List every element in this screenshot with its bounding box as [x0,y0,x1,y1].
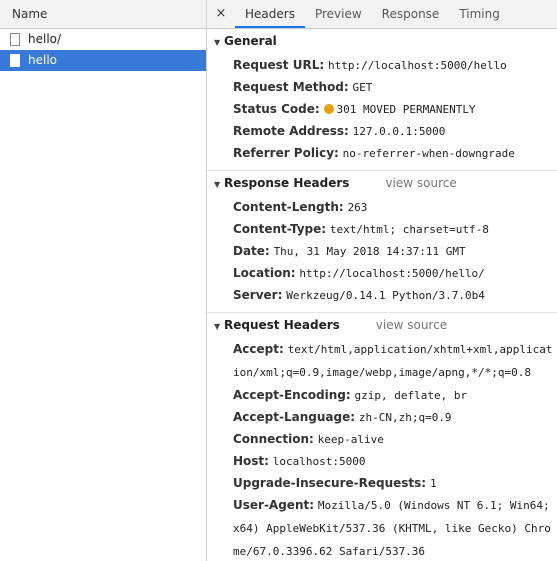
header-key: Referrer Policy: [233,146,339,160]
header-value: Thu, 31 May 2018 14:37:11 GMT [273,245,466,258]
header-value: 1 [429,477,437,490]
header-key: Accept-Encoding: [233,388,351,402]
header-row: User-Agent: Mozilla/5.0 (Windows NT 6.1;… [207,494,557,561]
header-value: 263 [347,201,368,214]
tab-response[interactable]: Response [372,0,450,28]
document-icon [10,54,20,67]
triangle-down-icon: ▼ [214,322,221,331]
header-value: text/html; charset=utf-8 [329,223,489,236]
view-source-link[interactable]: view source [376,318,447,332]
header-key: Date: [233,244,270,258]
header-row: Accept-Language: zh-CN,zh;q=0.9 [207,406,557,428]
request-name: hello [28,53,57,67]
header-row: Upgrade-Insecure-Requests: 1 [207,472,557,494]
general-section: ▼ General Request URL: http://localhost:5… [207,29,557,171]
header-row: Accept: text/html,application/xhtml+xml,… [207,338,557,384]
header-key: Accept: [233,342,284,356]
header-value: GET [352,81,373,94]
header-row: Date: Thu, 31 May 2018 14:37:11 GMT [207,240,557,262]
status-dot-icon [324,104,335,114]
header-row: Location: http://localhost:5000/hello/ [207,262,557,284]
tab-timing[interactable]: Timing [449,0,510,28]
response-headers-section: ▼ Response Headers view source Content-Len… [207,171,557,313]
header-value: Werkzeug/0.14.1 Python/3.7.0b4 [286,289,485,302]
header-row: Server: Werkzeug/0.14.1 Python/3.7.0b4 [207,284,557,306]
header-row: Content-Type: text/html; charset=utf-8 [207,218,557,240]
header-key: Accept-Language: [233,410,356,424]
header-row: Accept-Encoding: gzip, deflate, br [207,384,557,406]
header-row: Host: localhost:5000 [207,450,557,472]
triangle-down-icon: ▼ [214,38,221,47]
header-row: Request URL: http://localhost:5000/hello [207,54,557,76]
request-name: hello/ [28,32,62,46]
general-section-toggle[interactable]: ▼ General [207,29,557,54]
header-key: Server: [233,288,283,302]
header-row: Request Method: GET [207,76,557,98]
request-list-panel: Name hello/ hello [0,0,207,561]
header-value: gzip, deflate, br [354,389,468,402]
header-value: http://localhost:5000/hello [327,59,507,72]
header-key: Content-Type: [233,222,327,236]
request-headers-section: ▼ Request Headers view source Accept: text… [207,313,557,561]
header-key: User-Agent: [233,498,315,512]
header-value: 301 MOVED PERMANENTLY [336,103,476,116]
header-row: Remote Address: 127.0.0.1:5000 [207,120,557,142]
details-tabbar: × Headers Preview Response Timing [207,0,557,29]
triangle-down-icon: ▼ [214,180,221,189]
details-panel: × Headers Preview Response Timing ▼ Gener… [207,0,557,561]
header-value: 127.0.0.1:5000 [352,125,446,138]
header-value: no-referrer-when-downgrade [342,147,515,160]
close-icon[interactable]: × [207,0,235,28]
header-value: http://localhost:5000/hello/ [299,267,485,280]
view-source-link[interactable]: view source [385,176,456,190]
header-key: Content-Length: [233,200,344,214]
request-row-hello-slash[interactable]: hello/ [0,29,206,50]
document-icon [10,33,20,46]
header-key: Request URL: [233,58,325,72]
header-value: keep-alive [317,433,384,446]
header-key: Connection: [233,432,314,446]
request-row-hello[interactable]: hello [0,50,206,71]
header-value: zh-CN,zh;q=0.9 [358,411,452,424]
header-key: Host: [233,454,269,468]
header-key: Location: [233,266,296,280]
header-key: Upgrade-Insecure-Requests: [233,476,427,490]
section-title: Request Headers [224,318,340,332]
tab-headers[interactable]: Headers [235,0,305,28]
section-title: Response Headers [224,176,350,190]
section-title: General [224,34,277,48]
request-headers-toggle[interactable]: ▼ Request Headers view source [207,313,557,338]
tab-preview[interactable]: Preview [305,0,372,28]
name-column-header[interactable]: Name [0,0,206,29]
header-row: Status Code: 301 MOVED PERMANENTLY [207,98,557,120]
header-row: Referrer Policy: no-referrer-when-downgr… [207,142,557,164]
header-key: Request Method: [233,80,349,94]
header-value: localhost:5000 [272,455,366,468]
header-key: Status Code: [233,102,320,116]
header-row: Connection: keep-alive [207,428,557,450]
response-headers-toggle[interactable]: ▼ Response Headers view source [207,171,557,196]
header-row: Content-Length: 263 [207,196,557,218]
header-key: Remote Address: [233,124,349,138]
